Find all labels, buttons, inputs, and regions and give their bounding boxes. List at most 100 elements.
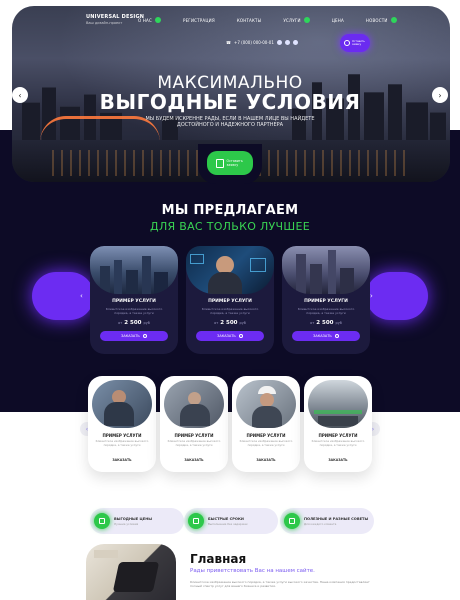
menu-label: КОНТАКТЫ bbox=[236, 17, 262, 23]
engineer-image bbox=[236, 380, 296, 428]
arrow-left-icon: ‹ bbox=[18, 90, 22, 100]
header-cta-label: Оставить заявку bbox=[352, 40, 365, 46]
service-order-link[interactable]: ЗАКАЗАТЬ bbox=[304, 458, 372, 462]
arrow-right-icon: › bbox=[371, 425, 375, 433]
hero-next-button[interactable]: › bbox=[432, 87, 448, 103]
office-image bbox=[308, 380, 368, 428]
price-prefix: от bbox=[214, 321, 219, 325]
menu-label: РЕГИСТРАЦИЯ bbox=[182, 17, 215, 23]
offer-card-title: ПРИМЕР УСЛУГИ bbox=[208, 299, 252, 304]
order-label: ЗАКАЗАТЬ bbox=[217, 334, 236, 338]
price-value: 2 500 bbox=[220, 320, 238, 326]
order-button[interactable]: ЗАКАЗАТЬ bbox=[100, 331, 168, 341]
team-image bbox=[92, 380, 152, 428]
offers-prev-button[interactable]: ‹ bbox=[32, 272, 94, 320]
service-card-desc: Клиентское изображение высокого порядка,… bbox=[239, 439, 293, 447]
main-text: Клиентское изображение высокого порядка,… bbox=[190, 580, 370, 588]
header-cta-button[interactable]: Оставить заявку bbox=[340, 34, 370, 52]
offer-card-price: от 2 500 руб bbox=[90, 320, 178, 326]
telegram-icon[interactable] bbox=[284, 40, 290, 45]
service-order-link[interactable]: ЗАКАЗАТЬ bbox=[160, 458, 228, 462]
menu-item-registration[interactable]: РЕГИСТРАЦИЯ bbox=[183, 17, 215, 23]
offers-subheading: ДЛЯ ВАС ТОЛЬКО ЛУЧШЕЕ bbox=[150, 220, 310, 233]
menu-item-contacts[interactable]: КОНТАКТЫ bbox=[237, 17, 262, 23]
service-card-desc: Клиентское изображение высокого порядка,… bbox=[167, 439, 221, 447]
logo-tagline: Ваш дизайн-проект bbox=[86, 21, 123, 25]
arrow-right-icon: › bbox=[438, 90, 442, 100]
header-contacts: ☎ +7 (000) 000-00-01 bbox=[226, 40, 298, 45]
feature-title: БЫСТРЫЕ СРОКИ bbox=[208, 516, 244, 521]
logo[interactable]: UNIVERSAL DESIGN Ваш дизайн-проект bbox=[86, 14, 144, 25]
tech-image bbox=[186, 246, 274, 294]
feature-sub: Выполнение без задержек bbox=[208, 521, 248, 526]
hero-cta-label: Оставить заявку bbox=[226, 159, 243, 167]
hero-prev-button[interactable]: ‹ bbox=[12, 87, 28, 103]
offer-card-desc: Клиентское изображение высокого порядка,… bbox=[105, 307, 163, 315]
price-currency: руб bbox=[335, 321, 342, 325]
service-order-link[interactable]: ЗАКАЗАТЬ bbox=[88, 458, 156, 462]
phone-number[interactable]: +7 (000) 000-00-01 bbox=[234, 40, 274, 45]
service-card: ПРИМЕР УСЛУГИ Клиентское изображение выс… bbox=[88, 376, 156, 472]
service-order-link[interactable]: ЗАКАЗАТЬ bbox=[232, 458, 300, 462]
price-prefix: от bbox=[310, 321, 315, 325]
menu-item-price[interactable]: ЦЕНА bbox=[332, 17, 344, 23]
feature-sub: Для каждого клиента bbox=[304, 521, 337, 526]
arrow-left-icon: ‹ bbox=[80, 292, 83, 300]
service-card: ПРИМЕР УСЛУГИ Клиентское изображение выс… bbox=[160, 376, 228, 472]
service-card: ПРИМЕР УСЛУГИ Клиентское изображение выс… bbox=[232, 376, 300, 472]
feature-item: ПОЛЕЗНЫЕ И РАЗНЫЕ СОВЕТЫ Для каждого кли… bbox=[280, 508, 374, 534]
price-currency: руб bbox=[239, 321, 246, 325]
service-card-title: ПРИМЕР УСЛУГИ bbox=[246, 433, 286, 438]
offer-card: ПРИМЕР УСЛУГИ Клиентское изображение выс… bbox=[186, 246, 274, 354]
request-icon bbox=[344, 40, 350, 46]
hero-cta-button[interactable]: Оставить заявку bbox=[207, 151, 253, 175]
phone-icon: ☎ bbox=[226, 40, 231, 45]
feature-item: БЫСТРЫЕ СРОКИ Выполнение без задержек bbox=[184, 508, 278, 534]
feature-title: ПОЛЕЗНЫЕ И РАЗНЫЕ СОВЕТЫ bbox=[304, 516, 369, 521]
clock-icon bbox=[188, 513, 204, 529]
menu-label: НОВОСТИ bbox=[365, 17, 388, 23]
viber-icon[interactable] bbox=[292, 40, 298, 45]
order-label: ЗАКАЗАТЬ bbox=[313, 334, 332, 338]
menu-item-news[interactable]: НОВОСТИ bbox=[366, 17, 397, 23]
feature-item: ВЫГОДНЫЕ ЦЕНЫ Лучшие условия bbox=[90, 508, 184, 534]
offer-card: ПРИМЕР УСЛУГИ Клиентское изображение выс… bbox=[90, 246, 178, 354]
order-button[interactable]: ЗАКАЗАТЬ bbox=[196, 331, 264, 341]
document-icon bbox=[215, 158, 224, 168]
main-menu: О НАС РЕГИСТРАЦИЯ КОНТАКТЫ УСЛУГИ ЦЕНА Н… bbox=[138, 17, 419, 23]
offers-heading: МЫ ПРЕДЛАГАЕМ bbox=[161, 203, 299, 218]
menu-label: ЦЕНА bbox=[331, 17, 344, 23]
tower-image bbox=[282, 246, 370, 294]
service-card-title: ПРИМЕР УСЛУГИ bbox=[102, 433, 142, 438]
city-image bbox=[90, 246, 178, 294]
offer-card-title: ПРИМЕР УСЛУГИ bbox=[112, 299, 156, 304]
service-card-desc: Клиентское изображение высокого порядка,… bbox=[311, 439, 365, 447]
menu-label: УСЛУГИ bbox=[283, 17, 301, 23]
service-card: ПРИМЕР УСЛУГИ Клиентское изображение выс… bbox=[304, 376, 372, 472]
main-subtitle: Рады приветствовать Вас на нашем сайте. bbox=[190, 568, 315, 574]
arrow-circle-icon bbox=[238, 334, 243, 338]
menu-item-about[interactable]: О НАС bbox=[138, 17, 161, 23]
feature-sub: Лучшие условия bbox=[114, 521, 139, 526]
offer-card-price: от 2 500 руб bbox=[186, 320, 274, 326]
service-card-title: ПРИМЕР УСЛУГИ bbox=[318, 433, 358, 438]
price-value: 2 500 bbox=[316, 320, 334, 326]
menu-badge bbox=[154, 17, 161, 23]
hero-subtitle: МЫ БУДЕМ ИСКРЕННЕ РАДЫ, ЕСЛИ В НАШЕМ ЛИЦ… bbox=[145, 116, 315, 128]
offer-card: ПРИМЕР УСЛУГИ Клиентское изображение выс… bbox=[282, 246, 370, 354]
hero-title-line2: ВЫГОДНЫЕ УСЛОВИЯ bbox=[99, 90, 361, 114]
service-card-title: ПРИМЕР УСЛУГИ bbox=[174, 433, 214, 438]
arrow-circle-icon bbox=[142, 334, 147, 338]
arrow-circle-icon bbox=[334, 334, 339, 338]
offers-next-button[interactable]: › bbox=[366, 272, 428, 320]
logo-title: UNIVERSAL DESIGN bbox=[86, 14, 145, 20]
main-title: Главная bbox=[190, 552, 247, 566]
menu-label: О НАС bbox=[138, 17, 152, 23]
order-button[interactable]: ЗАКАЗАТЬ bbox=[292, 331, 360, 341]
price-tag-icon bbox=[94, 513, 110, 529]
menu-badge bbox=[303, 17, 310, 23]
order-label: ЗАКАЗАТЬ bbox=[121, 334, 140, 338]
meeting-image bbox=[164, 380, 224, 428]
whatsapp-icon[interactable] bbox=[276, 40, 282, 45]
menu-item-services[interactable]: УСЛУГИ bbox=[283, 17, 310, 23]
